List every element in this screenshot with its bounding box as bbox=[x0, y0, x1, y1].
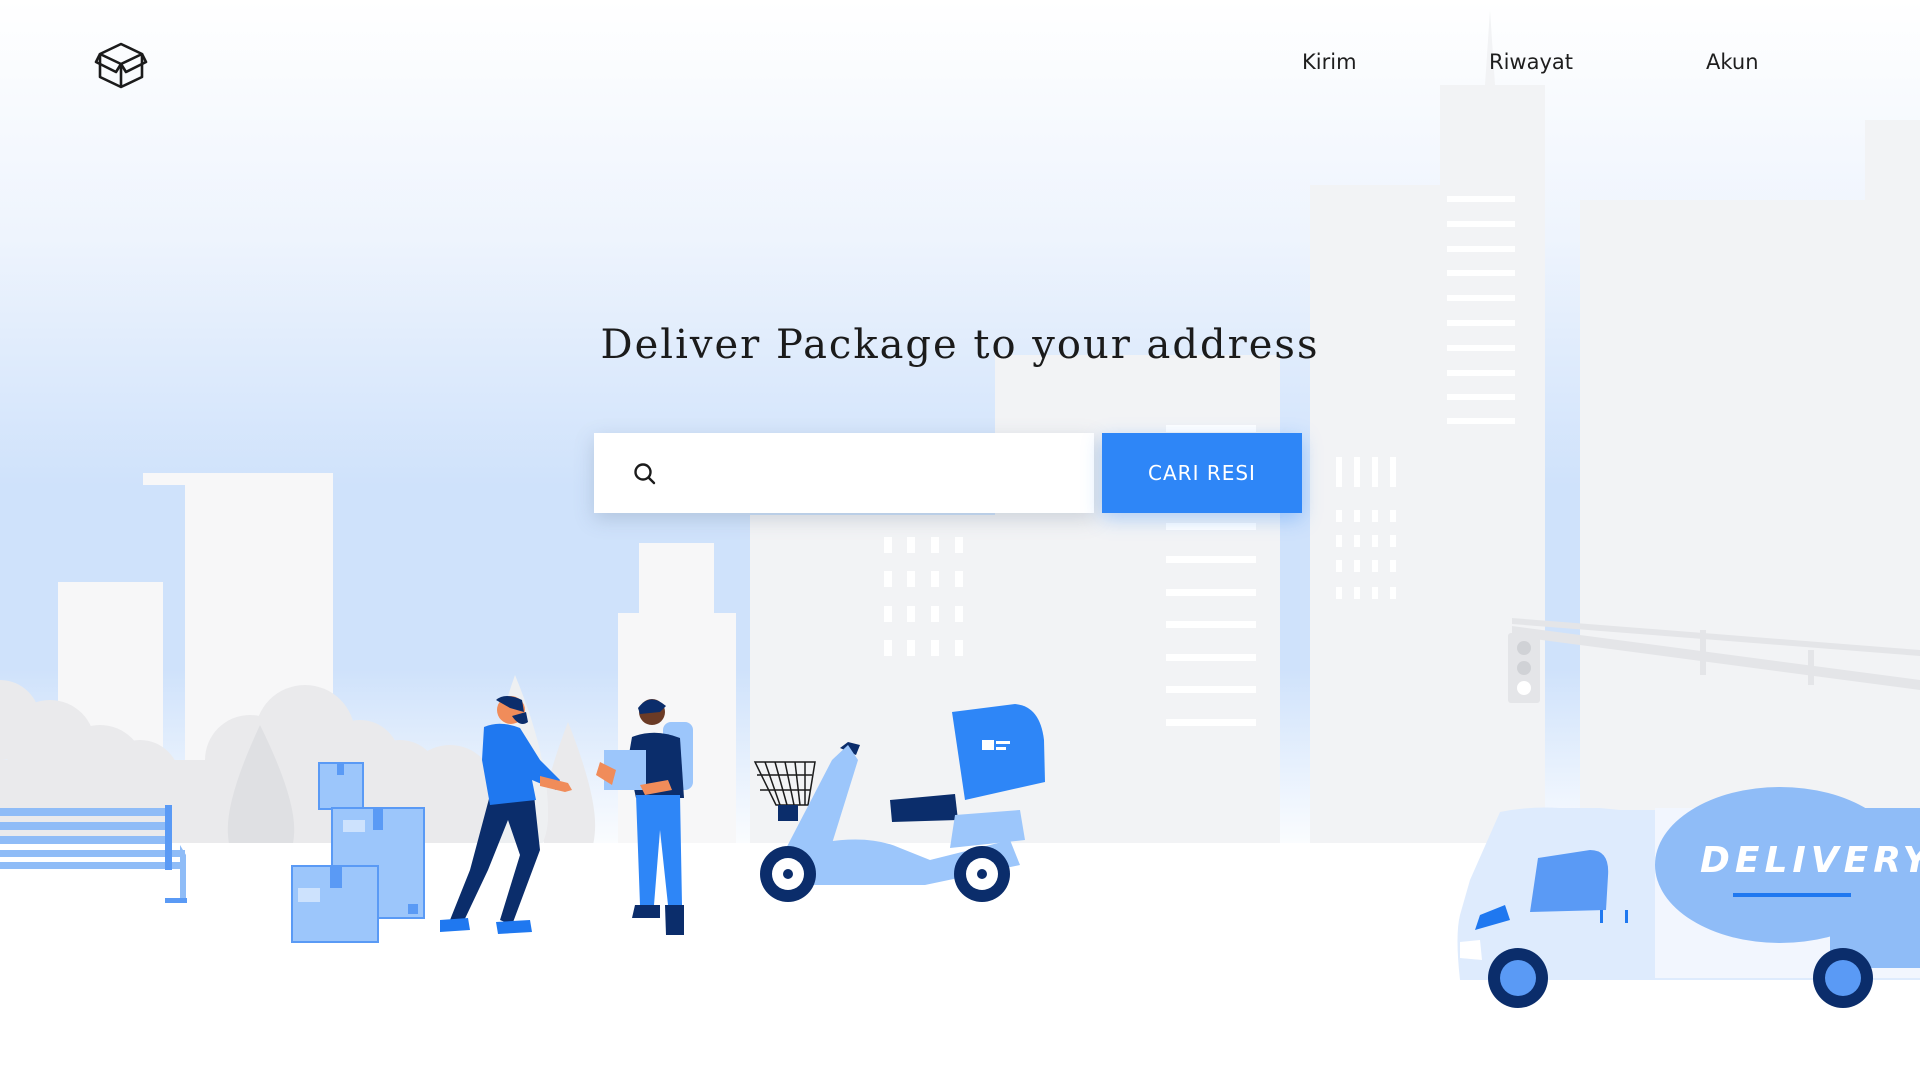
nav-item-akun[interactable]: Akun bbox=[1706, 50, 1759, 74]
track-receipt-button[interactable]: CARI RESI bbox=[1102, 433, 1302, 513]
page-title: Deliver Package to your address bbox=[600, 322, 1320, 368]
tracking-number-input[interactable] bbox=[676, 433, 1080, 515]
search-icon bbox=[634, 463, 656, 485]
header: Kirim Riwayat Akun bbox=[0, 0, 1920, 130]
city-illustration: DELIVERY bbox=[0, 10, 1920, 1080]
search-box bbox=[594, 433, 1094, 515]
delivery-van bbox=[1457, 787, 1920, 1008]
van-delivery-label: DELIVERY bbox=[1700, 840, 1920, 881]
nav-item-kirim[interactable]: Kirim bbox=[1302, 50, 1357, 74]
package-box-icon[interactable] bbox=[94, 40, 148, 90]
nav-item-riwayat[interactable]: Riwayat bbox=[1489, 50, 1573, 74]
